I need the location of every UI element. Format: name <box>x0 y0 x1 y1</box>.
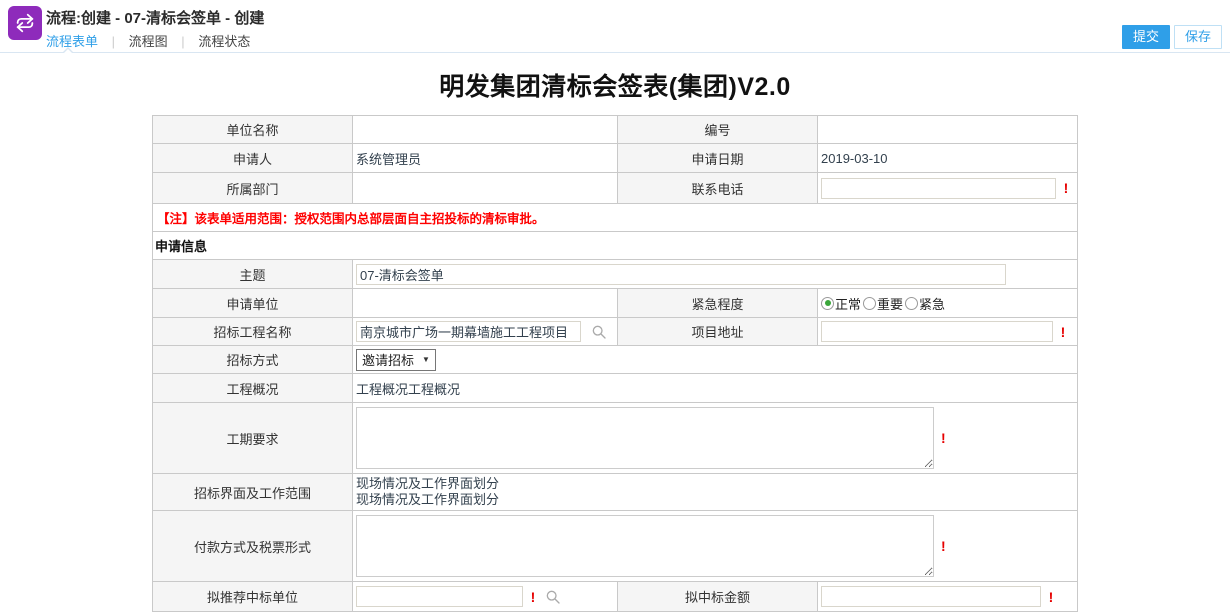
unit-name-label: 单位名称 <box>153 116 353 144</box>
required-mark: ! <box>531 589 536 605</box>
required-mark: ! <box>1061 324 1066 340</box>
project-address-label: 项目地址 <box>618 318 818 346</box>
tender-project-name-input[interactable] <box>356 321 581 342</box>
tab-process-status[interactable]: 流程状态 <box>198 34 250 49</box>
chevron-down-icon: ▼ <box>422 355 430 364</box>
project-overview-label: 工程概况 <box>153 374 353 403</box>
urgency-radio-dot[interactable] <box>821 297 834 310</box>
flow-cycle-icon <box>14 12 36 34</box>
tender-scope-value: 现场情况及工作界面划分 现场情况及工作界面划分 <box>353 474 1078 511</box>
tender-method-select[interactable]: 邀请招标 ▼ <box>356 349 436 371</box>
tender-method-selected-value: 邀请招标 <box>362 350 414 369</box>
serial-no-label: 编号 <box>618 116 818 144</box>
applicant-value: 系统管理员 <box>353 144 618 173</box>
section-title-apply-info: 申请信息 <box>153 232 1078 260</box>
recommended-bidder-input[interactable] <box>356 586 523 607</box>
search-icon[interactable] <box>545 589 561 605</box>
apply-unit-label: 申请单位 <box>153 289 353 318</box>
project-address-input[interactable] <box>821 321 1053 342</box>
schedule-requirement-textarea[interactable] <box>356 407 934 469</box>
tab-bar: 流程表单 | 流程图 | 流程状态 <box>46 31 260 50</box>
project-overview-value: 工程概况工程概况 <box>353 374 1078 403</box>
recommended-bidder-label: 拟推荐中标单位 <box>153 582 353 612</box>
urgency-radio-group: 正常 重要 紧急 <box>821 294 947 313</box>
form-table: 单位名称 编号 申请人 系统管理员 申请日期 2019-03-10 所属部门 联… <box>152 115 1078 612</box>
applicant-label: 申请人 <box>153 144 353 173</box>
tab-separator: | <box>181 34 184 49</box>
payment-tax-label: 付款方式及税票形式 <box>153 511 353 582</box>
department-label: 所属部门 <box>153 173 353 204</box>
urgency-option-normal[interactable]: 正常 <box>821 294 861 313</box>
urgency-option-label: 重要 <box>877 294 903 313</box>
apply-date-value: 2019-03-10 <box>818 144 1078 173</box>
urgency-option-label: 正常 <box>835 294 861 313</box>
urgency-option-label: 紧急 <box>919 294 945 313</box>
submit-button[interactable]: 提交 <box>1122 25 1170 49</box>
tender-project-name-label: 招标工程名称 <box>153 318 353 346</box>
urgency-radio-dot[interactable] <box>863 297 876 310</box>
urgency-radio-dot[interactable] <box>905 297 918 310</box>
required-mark: ! <box>941 430 946 446</box>
contact-phone-input[interactable] <box>821 178 1056 199</box>
serial-no-value <box>818 116 1078 144</box>
schedule-requirement-label: 工期要求 <box>153 403 353 474</box>
header-actions: 提交 保存 <box>1122 25 1222 49</box>
app-header: 流程:创建 - 07-清标会签单 - 创建 流程表单 | 流程图 | 流程状态 … <box>0 0 1230 53</box>
department-value <box>353 173 618 204</box>
urgency-option-important[interactable]: 重要 <box>863 294 903 313</box>
save-button[interactable]: 保存 <box>1174 25 1222 49</box>
process-title: 流程:创建 - 07-清标会签单 - 创建 <box>46 7 264 28</box>
subject-input[interactable] <box>356 264 1006 285</box>
apply-unit-value <box>353 289 618 318</box>
subject-label: 主题 <box>153 260 353 289</box>
payment-tax-textarea[interactable] <box>356 515 934 577</box>
required-mark: ! <box>941 538 946 554</box>
unit-name-value <box>353 116 618 144</box>
app-logo <box>8 6 42 40</box>
active-tab-notch <box>62 47 74 53</box>
required-mark: ! <box>1064 180 1069 196</box>
proposed-bid-amount-input[interactable] <box>821 586 1041 607</box>
tender-scope-label: 招标界面及工作范围 <box>153 474 353 511</box>
form-notice: 【注】该表单适用范围：授权范围内总部层面自主招投标的清标审批。 <box>153 204 1078 232</box>
tab-process-diagram[interactable]: 流程图 <box>129 34 168 49</box>
urgency-label: 紧急程度 <box>618 289 818 318</box>
apply-date-label: 申请日期 <box>618 144 818 173</box>
tender-method-label: 招标方式 <box>153 346 353 374</box>
proposed-bid-amount-label: 拟中标金额 <box>618 582 818 612</box>
tab-separator: | <box>112 34 115 49</box>
urgency-option-urgent[interactable]: 紧急 <box>905 294 945 313</box>
search-icon[interactable] <box>591 324 607 340</box>
contact-phone-label: 联系电话 <box>618 173 818 204</box>
required-mark: ! <box>1049 589 1054 605</box>
form-title: 明发集团清标会签表(集团)V2.0 <box>0 67 1230 103</box>
